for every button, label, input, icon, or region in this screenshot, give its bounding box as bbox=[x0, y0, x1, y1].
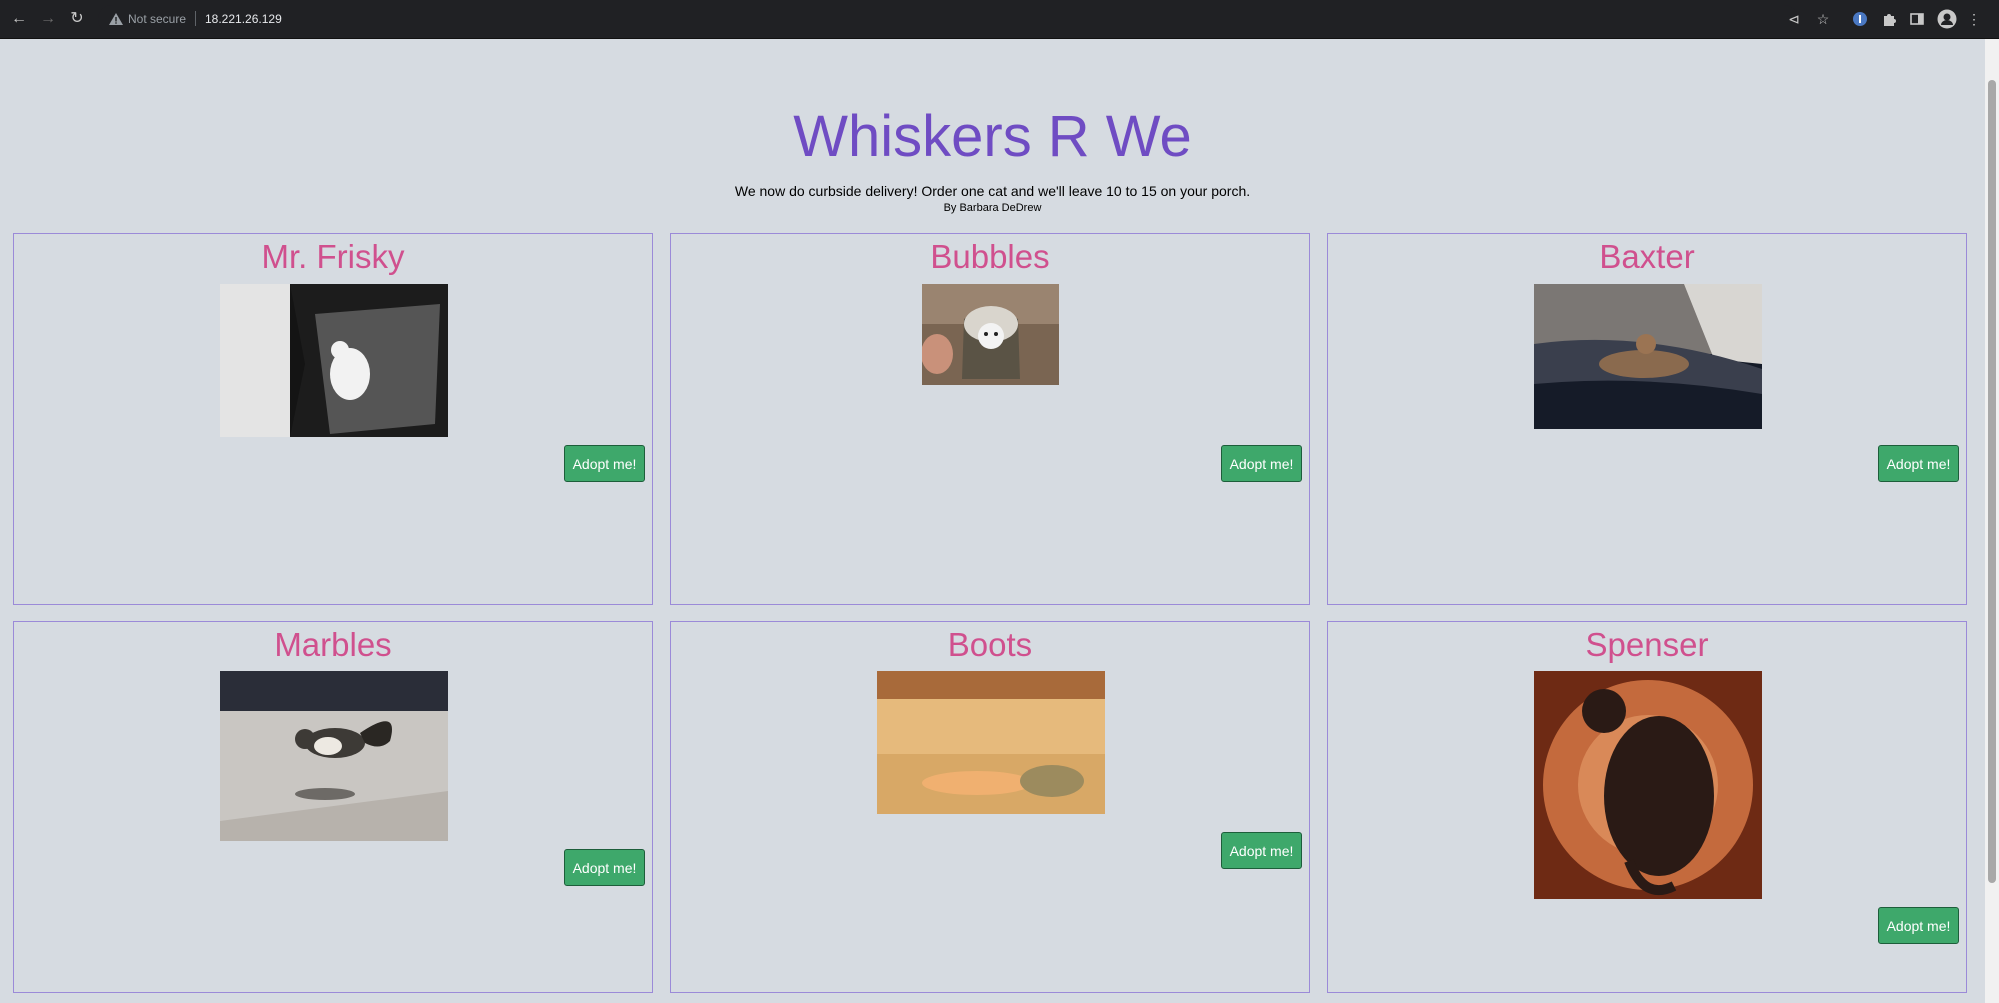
cat-card: Spenser Adopt me! bbox=[1327, 621, 1967, 993]
adopt-button[interactable]: Adopt me! bbox=[564, 445, 645, 482]
adopt-button[interactable]: Adopt me! bbox=[1221, 832, 1302, 869]
cat-card: Mr. Frisky Adopt me! bbox=[13, 233, 653, 605]
adopt-button[interactable]: Adopt me! bbox=[564, 849, 645, 886]
forward-arrow-icon[interactable]: → bbox=[37, 8, 59, 30]
site-title: Whiskers R We bbox=[793, 104, 1192, 169]
password-manager-icon[interactable] bbox=[1850, 9, 1870, 29]
bookmark-star-icon[interactable]: ☆ bbox=[1813, 9, 1833, 29]
cat-photo bbox=[220, 284, 448, 437]
cat-card: Boots Adopt me! bbox=[670, 621, 1310, 993]
security-label: Not secure bbox=[128, 12, 187, 26]
cat-photo bbox=[1534, 284, 1762, 429]
cat-name: Baxter bbox=[1599, 238, 1695, 275]
cat-photo bbox=[220, 671, 448, 841]
url-divider bbox=[195, 11, 196, 26]
cat-name: Bubbles bbox=[930, 238, 1050, 275]
more-menu-icon[interactable]: ⋮ bbox=[1964, 9, 1984, 29]
reload-icon[interactable]: ↻ bbox=[66, 8, 88, 30]
cat-photo bbox=[922, 284, 1059, 385]
cat-photo bbox=[1534, 671, 1762, 899]
url-text[interactable]: 18.221.26.129 bbox=[205, 12, 282, 26]
cat-name: Marbles bbox=[274, 626, 392, 663]
warning-triangle-icon bbox=[109, 13, 123, 25]
share-icon[interactable]: ⊲ bbox=[1784, 9, 1804, 29]
adopt-button[interactable]: Adopt me! bbox=[1878, 445, 1959, 482]
side-panel-icon[interactable] bbox=[1907, 9, 1927, 29]
cat-card: Marbles Adopt me! bbox=[13, 621, 653, 993]
site-tagline: We now do curbside delivery! Order one c… bbox=[734, 183, 1251, 199]
cat-name: Mr. Frisky bbox=[261, 238, 405, 275]
back-arrow-icon[interactable]: ← bbox=[8, 8, 30, 30]
profile-avatar-icon[interactable] bbox=[1937, 9, 1957, 29]
browser-toolbar: ← → ↻ Not secure 18.221.26.129 ⊲ ☆ ⋮ bbox=[0, 0, 1999, 39]
page-content: Whiskers R We We now do curbside deliver… bbox=[0, 39, 1985, 1003]
cat-name: Boots bbox=[947, 626, 1033, 663]
cat-card: Bubbles Adopt me! bbox=[670, 233, 1310, 605]
site-byline: By Barbara DeDrew bbox=[943, 202, 1042, 214]
cat-photo bbox=[877, 671, 1105, 814]
scrollbar-track[interactable] bbox=[1985, 39, 1999, 1003]
extensions-puzzle-icon[interactable] bbox=[1879, 9, 1899, 29]
adopt-button[interactable]: Adopt me! bbox=[1221, 445, 1302, 482]
cat-name: Spenser bbox=[1585, 626, 1709, 663]
adopt-button[interactable]: Adopt me! bbox=[1878, 907, 1959, 944]
scrollbar-thumb[interactable] bbox=[1988, 80, 1996, 883]
cat-card: Baxter Adopt me! bbox=[1327, 233, 1967, 605]
address-bar[interactable] bbox=[98, 5, 1798, 33]
